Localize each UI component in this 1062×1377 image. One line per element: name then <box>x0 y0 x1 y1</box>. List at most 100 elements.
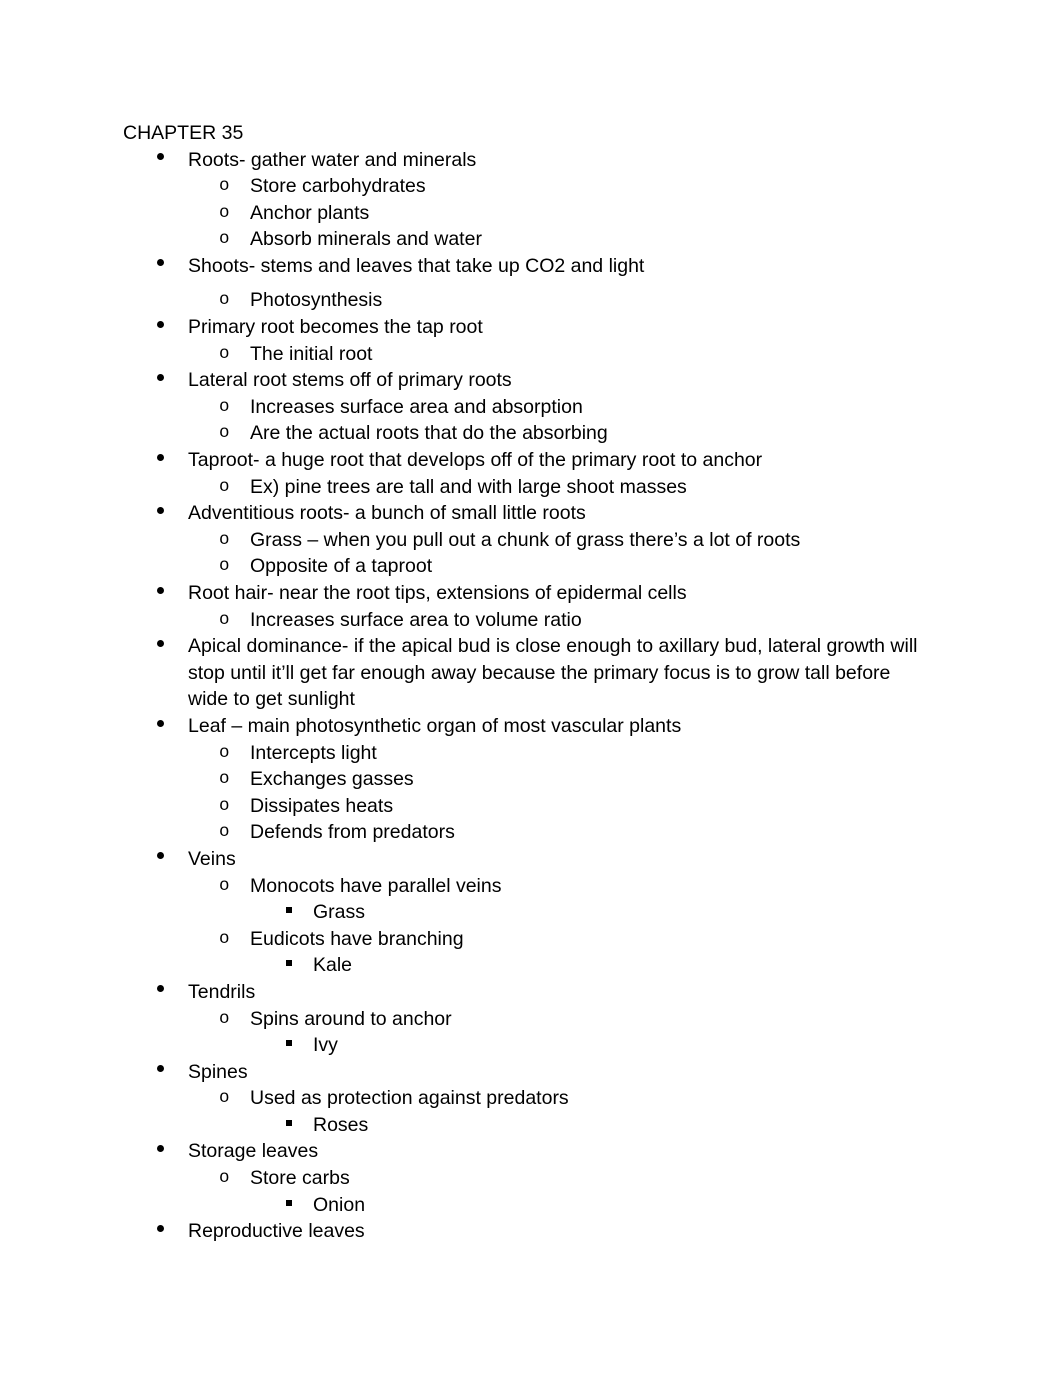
bullet-dot-shape <box>157 985 164 993</box>
outline-item-label: Ex) pine trees are tall and with large s… <box>250 475 687 498</box>
bullet-circle-icon: o <box>219 290 230 311</box>
outline-item-label: Anchor plants <box>250 201 370 224</box>
bullet-dot-icon <box>157 713 177 740</box>
outline-item-label: Are the actual roots that do the absorbi… <box>250 422 608 445</box>
outline-item-label: Intercepts light <box>250 741 377 764</box>
outline-item-label: Tendrils <box>188 980 256 1003</box>
outline-list: Roots- gather water and minerals o Store c… <box>123 147 935 1245</box>
bullet-circle-icon: o <box>219 476 230 497</box>
outline-item-label: Lateral root stems off of primary roots <box>188 369 512 392</box>
bullet-dot-shape <box>157 719 164 727</box>
outline-item-level-2: o Increases surface area to volume ratio <box>123 607 935 634</box>
outline-item-level-1: Storage leaves <box>123 1138 935 1165</box>
outline-item-level-2: o Anchor plants <box>123 200 935 227</box>
outline-item-label: Opposite of a taproot <box>250 555 433 578</box>
outline-item-level-1: Spines <box>123 1059 935 1086</box>
outline-item-label: Used as protection against predators <box>250 1087 569 1110</box>
outline-item-level-2: o Monocots have parallel veins <box>123 873 935 900</box>
outline-item-level-2: o Are the actual roots that do the absorb… <box>123 420 935 447</box>
outline-item-level-1: Leaf – main photosynthetic organ of most… <box>123 713 935 740</box>
bullet-dot-shape <box>157 852 164 860</box>
outline-item-level-2: o Exchanges gasses <box>123 766 935 793</box>
outline-item-label: Onion <box>313 1193 366 1216</box>
outline-item-label: Roots- gather water and minerals <box>188 148 477 171</box>
bullet-dot-shape <box>157 259 164 267</box>
outline-item-label: Eudicots have branching <box>250 927 464 950</box>
document-page: CHAPTER 35 Roots- gather water and miner… <box>0 0 1062 1377</box>
outline-item-label: Spins around to anchor <box>250 1007 452 1030</box>
outline-item-level-2: o Dissipates heats <box>123 793 935 820</box>
outline-item-label: Increases surface area to volume ratio <box>250 608 582 631</box>
outline-item-level-3: Ivy <box>123 1032 935 1059</box>
outline-item-level-3: Grass <box>123 899 935 926</box>
outline-item-label: Spines <box>188 1060 248 1083</box>
outline-item-label: Dissipates heats <box>250 794 394 817</box>
bullet-square-shape <box>286 1120 292 1126</box>
outline-item-label: Defends from predators <box>250 821 455 844</box>
bullet-dot-shape <box>157 1065 164 1073</box>
outline-item-label: Exchanges gasses <box>250 768 414 791</box>
outline-item-label: Ivy <box>313 1034 338 1057</box>
bullet-dot-shape <box>157 373 164 381</box>
bullet-square-icon <box>286 1032 306 1059</box>
bullet-circle-icon: o <box>219 202 230 223</box>
bullet-square-shape <box>286 1199 292 1206</box>
outline-item-label: Roses <box>313 1113 369 1136</box>
outline-item-level-2: o Defends from predators <box>123 819 935 846</box>
bullet-dot-shape <box>157 453 164 461</box>
outline-item-level-2: o Spins around to anchor <box>123 1006 935 1033</box>
bullet-dot-shape <box>157 506 164 514</box>
outline-item-level-1: Lateral root stems off of primary roots <box>123 367 935 394</box>
outline-item-label: Root hair- near the root tips, extension… <box>188 582 687 604</box>
bullet-dot-icon <box>157 633 177 660</box>
bullet-dot-shape <box>157 1224 164 1232</box>
bullet-dot-icon <box>157 253 177 280</box>
bullet-dot-icon <box>157 1059 177 1086</box>
bullet-circle-icon: o <box>219 1008 230 1029</box>
outline-item-label: Taproot- a huge root that develops off o… <box>188 449 763 472</box>
bullet-circle-icon: o <box>219 875 230 896</box>
outline-item-level-2: o Eudicots have branching <box>123 926 935 953</box>
outline-item-label: Store carbs <box>250 1167 350 1190</box>
outline-item-label: Veins <box>188 847 236 870</box>
outline-item-label: Primary root becomes the tap root <box>188 316 483 339</box>
outline-item-level-2: o The initial root <box>123 341 935 368</box>
outline-item-level-3: Onion <box>123 1192 935 1219</box>
bullet-dot-icon <box>157 846 177 873</box>
bullet-circle-icon: o <box>219 423 230 444</box>
outline-item-level-2: o Ex) pine trees are tall and with large … <box>123 474 935 501</box>
outline-item-label: Grass <box>313 901 366 924</box>
bullet-circle-icon: o <box>219 343 230 364</box>
outline-item-level-1: Roots- gather water and minerals <box>123 147 935 174</box>
outline-item-level-2: o Opposite of a taproot <box>123 553 935 580</box>
bullet-circle-icon: o <box>219 396 230 417</box>
outline-item-level-3: Roses <box>123 1112 935 1139</box>
outline-item-label: Increases surface area and absorption <box>250 395 583 418</box>
bullet-dot-shape <box>157 153 164 161</box>
outline-item-level-2: o Grass – when you pull out a chunk of gr… <box>123 527 935 554</box>
bullet-circle-icon: o <box>219 795 230 816</box>
outline-item-level-2: o Photosynthesis <box>123 287 935 314</box>
outline-item-level-1: Taproot- a huge root that develops off o… <box>123 447 935 474</box>
outline-item-level-1: Adventitious roots- a bunch of small lit… <box>123 500 935 527</box>
outline-item-label: Kale <box>313 954 353 977</box>
outline-item-label: Store carbohydrates <box>250 175 426 198</box>
bullet-dot-icon <box>157 1138 177 1165</box>
outline-item-level-2: o Used as protection against predators <box>123 1085 935 1112</box>
bullet-circle-icon: o <box>219 176 230 197</box>
outline-item-label: Photosynthesis <box>250 289 383 312</box>
bullet-square-icon <box>286 952 306 979</box>
bullet-dot-icon <box>157 367 177 394</box>
outline-item-label: Grass – when you pull out a chunk of gra… <box>250 528 801 551</box>
outline-item-level-1: Primary root becomes the tap root <box>123 314 935 341</box>
outline-item-label: Absorb minerals and water <box>250 228 482 251</box>
outline-item-label: Apical dominance- if the apical bud is c… <box>188 635 918 711</box>
outline-item-label: Shoots- stems and leaves that take up CO… <box>188 254 645 277</box>
bullet-circle-icon: o <box>219 529 230 550</box>
bullet-circle-icon: o <box>219 229 230 250</box>
outline-item-label: The initial root <box>250 342 373 365</box>
bullet-dot-shape <box>157 1145 164 1153</box>
outline-item-level-2: o Intercepts light <box>123 740 935 767</box>
bullet-circle-icon: o <box>219 822 230 843</box>
page-title: CHAPTER 35 <box>123 122 244 144</box>
